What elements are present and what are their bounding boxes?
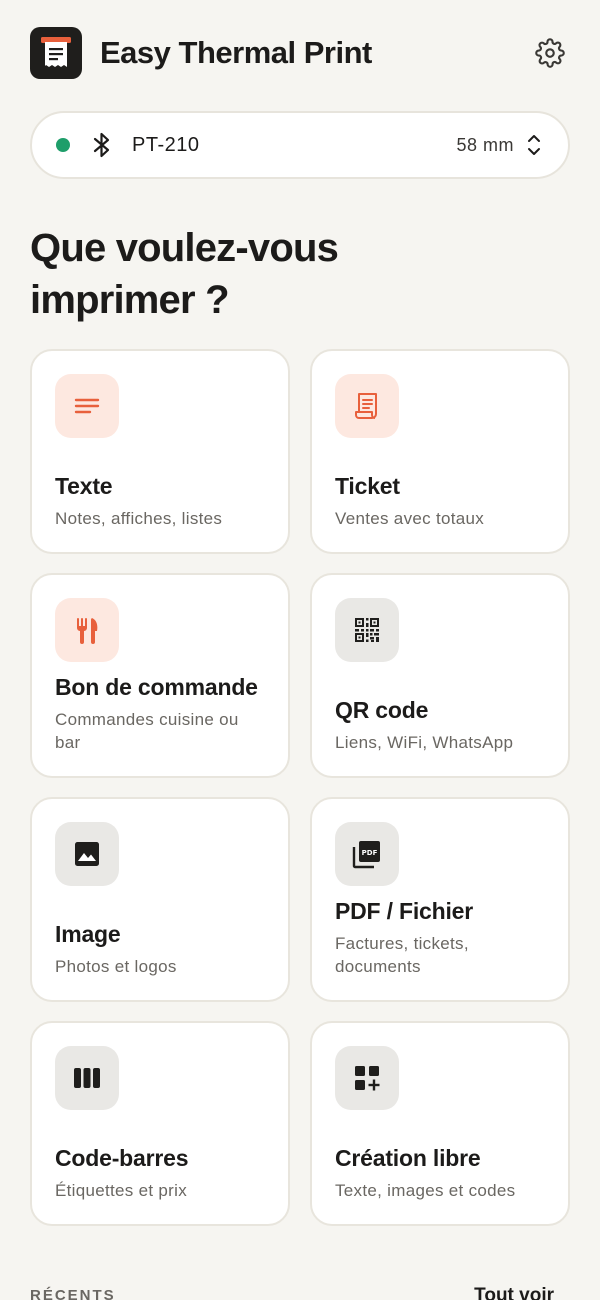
card-pdf-fichier[interactable]: PDF PDF / Fichier Factures, tickets, doc… [310, 797, 570, 1002]
card-title: Création libre [335, 1145, 481, 1171]
card-subtitle: Liens, WiFi, WhatsApp [335, 733, 514, 752]
card-qr-code[interactable]: QR code Liens, WiFi, WhatsApp [310, 573, 570, 778]
qr-code-icon [335, 598, 399, 662]
home-screen: Easy Thermal Print PT-210 58 mm Que voul… [0, 0, 600, 1300]
card-subtitle: Factures, tickets, documents [335, 934, 469, 976]
card-subtitle: Notes, affiches, listes [55, 509, 223, 528]
card-subtitle: Ventes avec totaux [335, 509, 485, 528]
chevron-up-down-icon [526, 132, 542, 158]
pdf-icon: PDF [335, 822, 399, 886]
printer-name: PT-210 [132, 133, 200, 156]
paper-size: 58 mm [456, 134, 514, 155]
bluetooth-icon [90, 131, 114, 159]
card-title: Code-barres [55, 1145, 189, 1171]
printer-selector[interactable]: PT-210 58 mm [30, 111, 570, 179]
barcode-icon [55, 1046, 119, 1110]
gear-icon [535, 38, 565, 68]
card-title: Ticket [335, 473, 400, 499]
see-all-link[interactable]: Tout voir [474, 1285, 554, 1300]
connection-status-dot [56, 138, 70, 152]
card-subtitle: Texte, images et codes [335, 1181, 516, 1200]
page-title: Que voulez-vous imprimer ? [30, 226, 339, 322]
card-title: PDF / Fichier [335, 898, 473, 924]
card-subtitle: Commandes cuisine ou bar [55, 710, 239, 752]
grid-add-icon [335, 1046, 399, 1110]
card-title: Image [55, 921, 121, 947]
card-code-barres[interactable]: Code-barres Étiquettes et prix [30, 1021, 290, 1226]
restaurant-icon [55, 598, 119, 662]
card-subtitle: Photos et logos [55, 957, 177, 976]
card-creation-libre[interactable]: Création libre Texte, images et codes [310, 1021, 570, 1226]
text-lines-icon [55, 374, 119, 438]
card-texte[interactable]: Texte Notes, affiches, listes [30, 349, 290, 554]
settings-button[interactable] [530, 33, 570, 73]
receipt-icon [335, 374, 399, 438]
app-title: Easy Thermal Print [100, 35, 372, 70]
card-title: QR code [335, 697, 429, 723]
receipt-printer-icon [30, 27, 82, 79]
card-title: Bon de commande [55, 674, 258, 700]
recents-section-label: RÉCENTS [30, 1287, 116, 1300]
card-bon-de-commande[interactable]: Bon de commande Commandes cuisine ou bar [30, 573, 290, 778]
card-image[interactable]: Image Photos et logos [30, 797, 290, 1002]
card-title: Texte [55, 473, 113, 499]
app-header: Easy Thermal Print [30, 26, 570, 80]
image-icon [55, 822, 119, 886]
card-ticket[interactable]: Ticket Ventes avec totaux [310, 349, 570, 554]
card-subtitle: Étiquettes et prix [55, 1181, 188, 1200]
svg-text:PDF: PDF [362, 849, 378, 857]
